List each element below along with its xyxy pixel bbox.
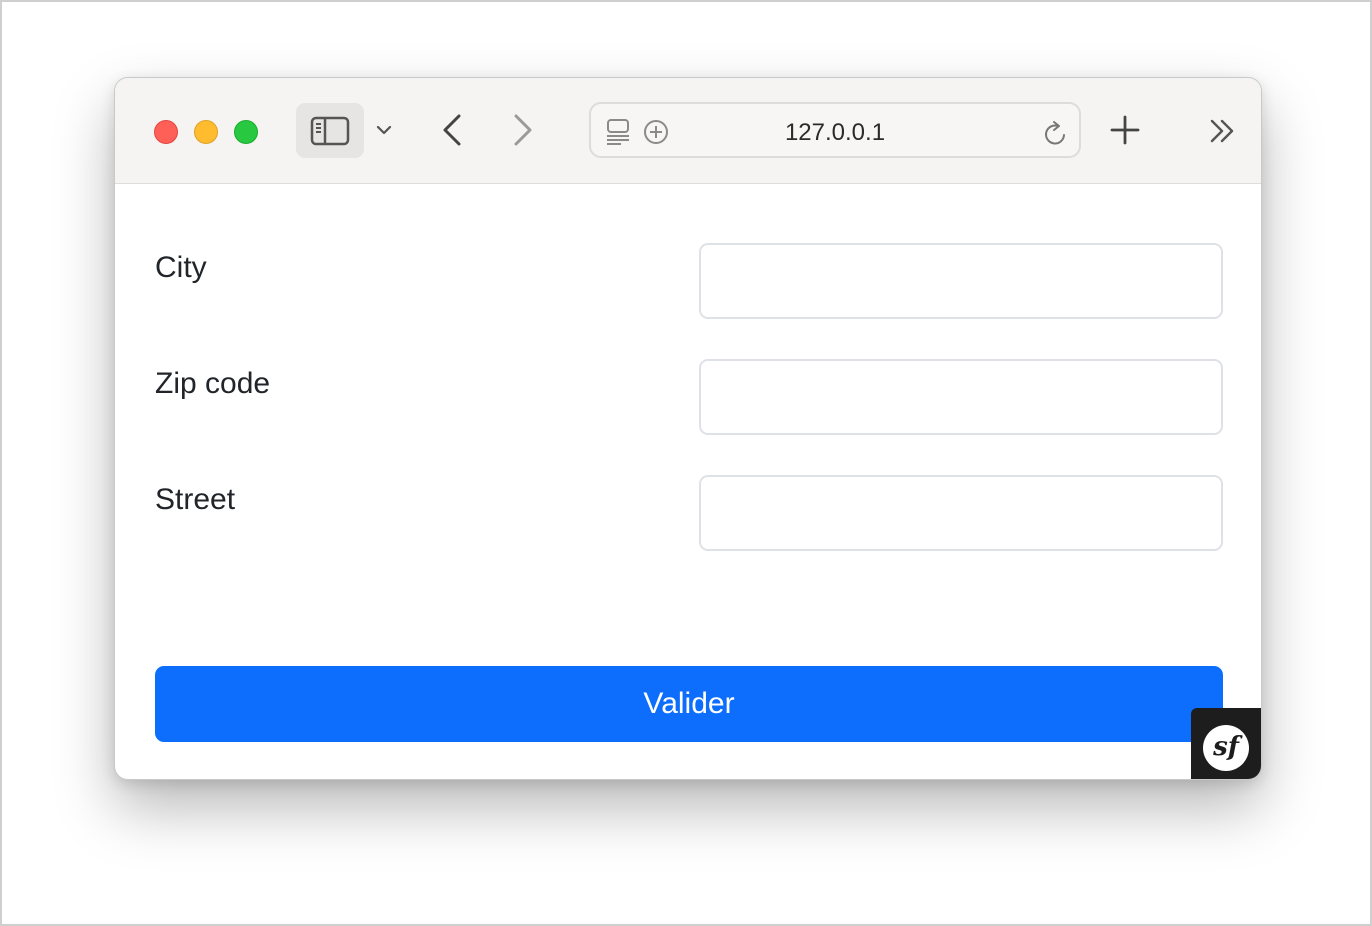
- symfony-logo-icon: sf: [1203, 725, 1249, 771]
- back-icon[interactable]: [440, 112, 464, 148]
- browser-window: 127.0.0.1 City Zip code Street Valider s…: [114, 77, 1262, 780]
- url-text[interactable]: 127.0.0.1: [591, 119, 1079, 147]
- sidebar-icon: [310, 116, 350, 146]
- screenshot-frame: 127.0.0.1 City Zip code Street Valider s…: [0, 0, 1372, 926]
- browser-toolbar: 127.0.0.1: [115, 78, 1261, 184]
- street-label: Street: [155, 483, 236, 516]
- symfony-debug-toolbar-toggle[interactable]: sf: [1191, 708, 1261, 779]
- minimize-window-button[interactable]: [194, 120, 218, 144]
- forward-icon[interactable]: [511, 112, 535, 148]
- zip-code-input[interactable]: [699, 359, 1223, 435]
- city-input[interactable]: [699, 243, 1223, 319]
- more-icon[interactable]: [1209, 118, 1237, 144]
- chevron-down-icon[interactable]: [374, 120, 394, 140]
- address-bar[interactable]: 127.0.0.1: [589, 102, 1081, 158]
- sidebar-toggle-button[interactable]: [296, 103, 364, 158]
- close-window-button[interactable]: [154, 120, 178, 144]
- zip-code-label: Zip code: [155, 367, 271, 400]
- reload-icon[interactable]: [1043, 119, 1069, 147]
- new-tab-icon[interactable]: [1110, 115, 1140, 145]
- submit-button[interactable]: Valider: [155, 666, 1223, 742]
- zoom-window-button[interactable]: [234, 120, 258, 144]
- street-input[interactable]: [699, 475, 1223, 551]
- page-content: City Zip code Street Valider: [115, 185, 1261, 779]
- city-label: City: [155, 251, 207, 284]
